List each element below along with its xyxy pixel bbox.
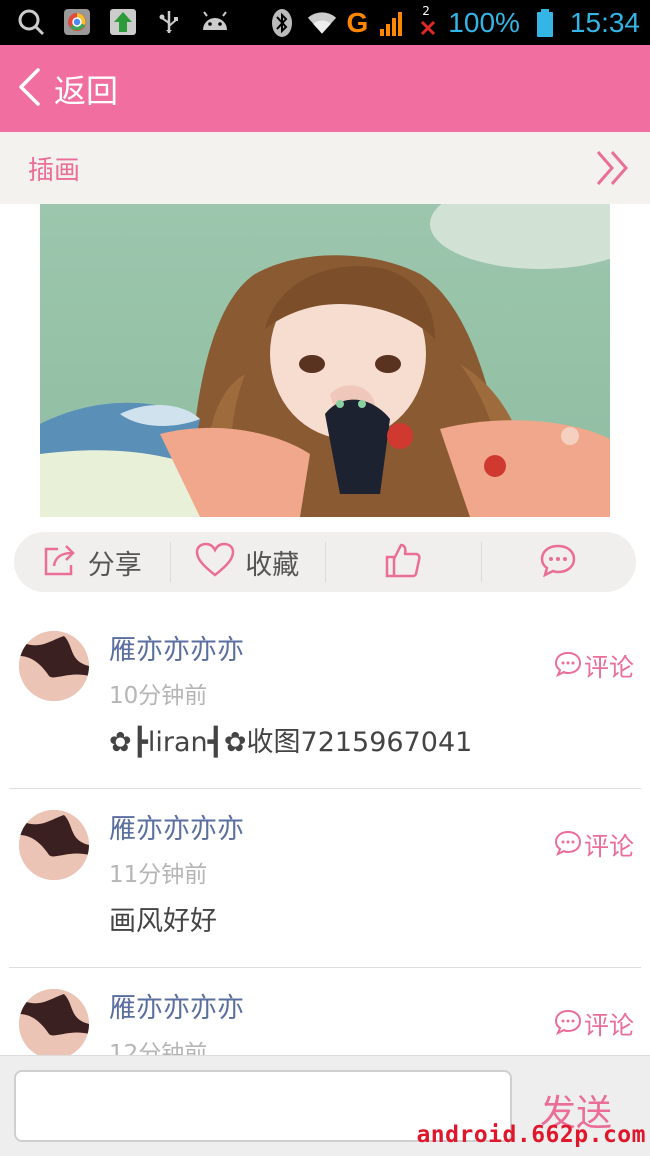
network-type: G <box>346 7 369 38</box>
chevron-left-icon <box>16 67 42 111</box>
favorite-button[interactable]: 收藏 <box>169 532 326 592</box>
reply-button[interactable]: 评论 <box>554 827 634 863</box>
favorite-label: 收藏 <box>245 549 300 581</box>
reply-label: 评论 <box>583 653 634 682</box>
avatar[interactable] <box>19 989 89 1059</box>
browser-icon <box>62 7 92 37</box>
comment-time: 10分钟前 <box>109 683 208 709</box>
comment-text: 画风好好 <box>109 906 217 937</box>
comment-time: 11分钟前 <box>109 862 208 888</box>
comment-bubble-icon <box>539 543 577 581</box>
category-bar: 插画 <box>0 132 650 204</box>
illustration-image[interactable] <box>40 204 610 517</box>
thumbs-up-icon <box>384 541 422 583</box>
comment-text: ✿┣liran┫✿收图7215967041 <box>109 727 473 758</box>
comment-author[interactable]: 雁亦亦亦亦 <box>109 628 244 667</box>
avatar[interactable] <box>19 631 89 701</box>
comment-bubble-icon <box>554 830 582 860</box>
watermark: android.662p.com <box>416 1122 646 1148</box>
comment-button[interactable] <box>480 532 637 592</box>
like-button[interactable] <box>325 532 481 592</box>
comment-item: 雁亦亦亦亦 10分钟前 ✿┣liran┫✿收图7215967041 评论 <box>9 610 641 789</box>
avatar[interactable] <box>19 810 89 880</box>
reply-button[interactable]: 评论 <box>554 648 634 684</box>
comment-author[interactable]: 雁亦亦亦亦 <box>109 986 244 1025</box>
reply-button[interactable]: 评论 <box>554 1006 634 1042</box>
download-icon <box>108 7 138 37</box>
bluetooth-icon <box>267 8 297 38</box>
signal-icon <box>378 8 408 38</box>
comment-author[interactable]: 雁亦亦亦亦 <box>109 807 244 846</box>
comment-bubble-icon <box>554 651 582 681</box>
comment-bubble-icon <box>554 1009 582 1039</box>
back-label: 返回 <box>54 72 119 110</box>
title-bar: 返回 <box>0 45 650 132</box>
category-label: 插画 <box>28 156 81 186</box>
share-label: 分享 <box>87 549 142 581</box>
heart-icon <box>195 542 235 582</box>
search-icon <box>16 7 46 37</box>
share-button[interactable]: 分享 <box>14 532 170 592</box>
double-chevron-right-icon[interactable] <box>594 146 634 190</box>
status-bar: G 2 100% 15:34 <box>0 0 650 45</box>
action-bar: 分享 收藏 <box>14 532 636 592</box>
sim-slot-label: 2 <box>422 4 430 18</box>
back-button[interactable]: 返回 <box>16 65 118 113</box>
reply-label: 评论 <box>583 832 634 861</box>
no-signal-icon: 2 <box>418 4 438 42</box>
usb-icon <box>154 7 184 37</box>
wifi-icon <box>307 8 337 38</box>
battery-icon <box>530 8 560 38</box>
clock: 15:34 <box>569 7 640 38</box>
battery-percent: 100% <box>448 7 520 38</box>
comment-item: 雁亦亦亦亦 11分钟前 画风好好 评论 <box>9 789 641 968</box>
android-icon <box>200 7 230 37</box>
reply-label: 评论 <box>583 1011 634 1040</box>
share-icon <box>42 543 78 581</box>
